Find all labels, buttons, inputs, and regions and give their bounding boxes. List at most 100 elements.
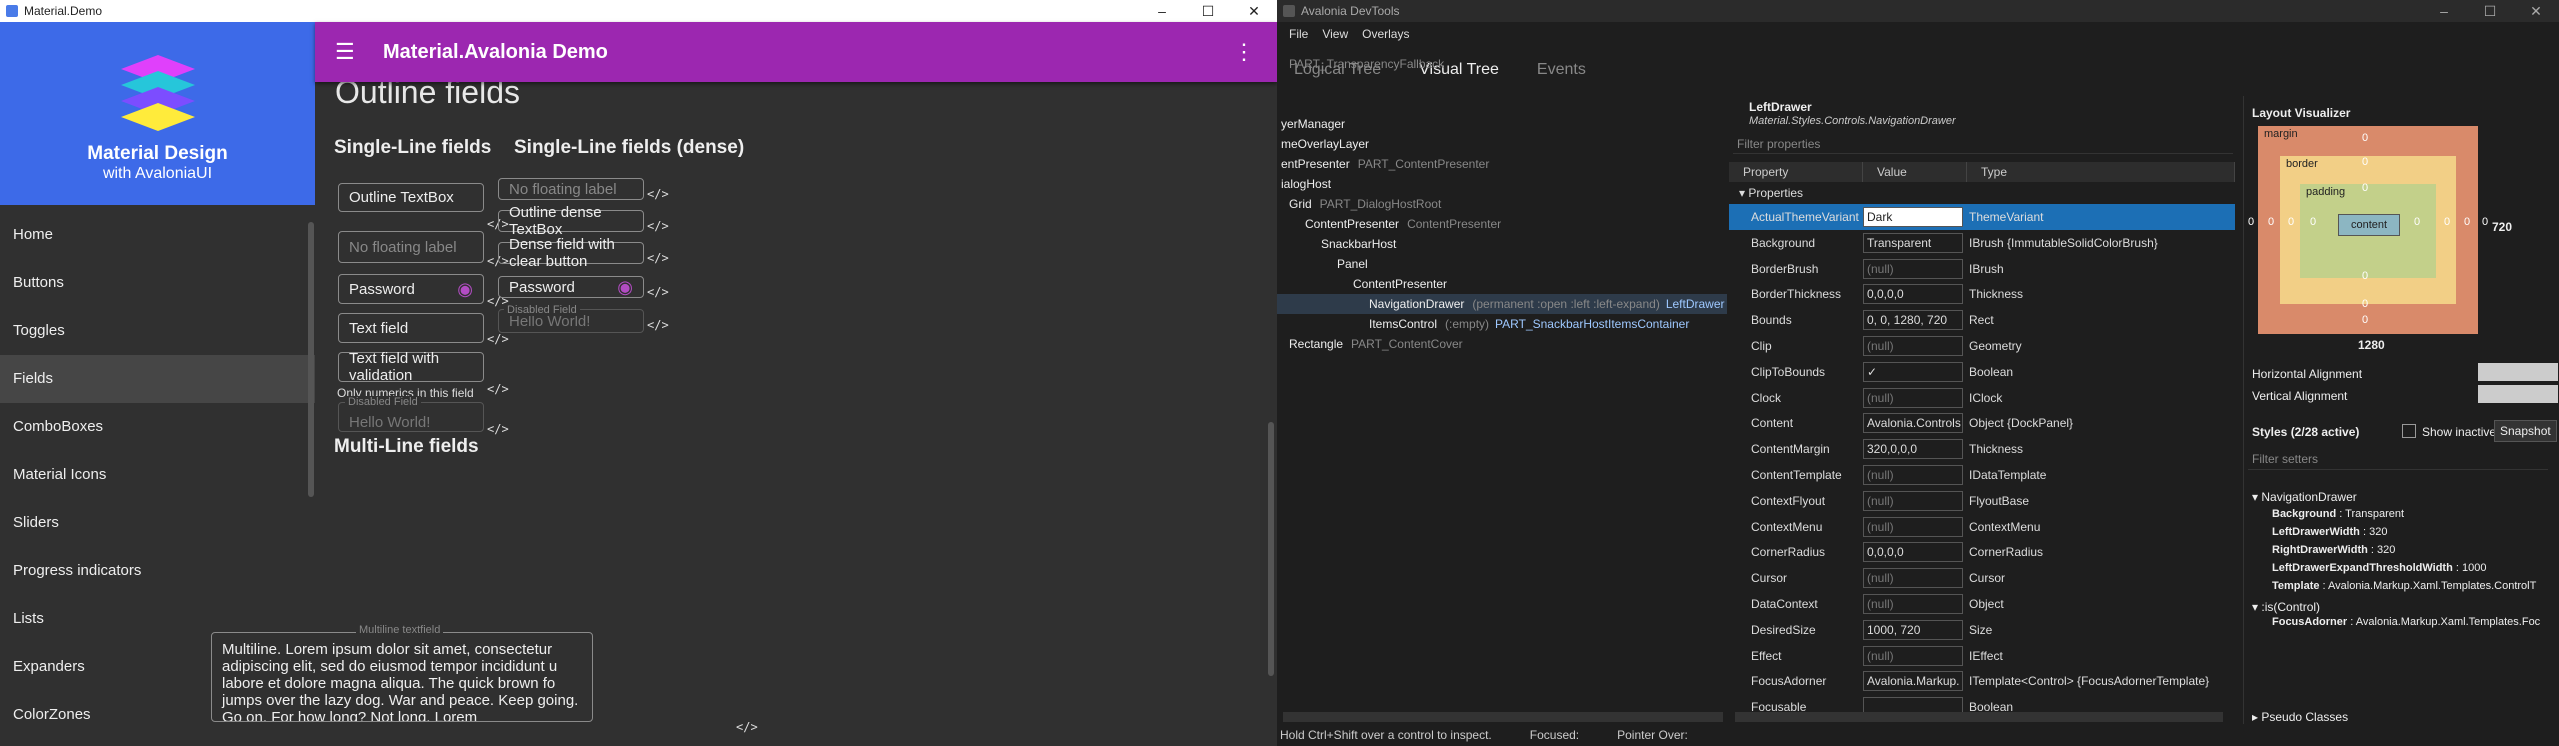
property-value-input[interactable]: Avalonia.Controls [1863,413,1963,434]
menu-view[interactable]: View [1322,27,1348,41]
property-row[interactable]: CornerRadius 0,0,0,0 CornerRadius [1729,539,2235,565]
validation-field[interactable]: Text field with validation [338,350,484,384]
tree-node[interactable]: ContentPresenter [1277,274,1727,294]
property-row[interactable]: ContextMenu (null) ContextMenu [1729,514,2235,540]
property-value-input[interactable]: (null) [1863,645,1963,666]
sidebar-item-home[interactable]: Home [0,211,315,259]
tree-node[interactable]: entPresenter PART_ContentPresenter [1277,154,1727,174]
outline-textbox[interactable]: Outline TextBox [338,183,484,212]
tree-hscrollbar[interactable] [1283,712,1723,722]
property-value-input[interactable]: 320,0,0,0 [1863,439,1963,460]
sidebar-item-progress-indicators[interactable]: Progress indicators [0,547,315,595]
close-icon[interactable]: ✕ [1231,3,1277,20]
property-value-input[interactable]: (null) [1863,336,1963,356]
code-icon[interactable]: </> [487,382,509,396]
tree-node[interactable]: PART_TransparencyFallback [1277,54,1727,74]
tree-node[interactable]: ItemsControl (:empty) PART_SnackbarHostIte… [1277,314,1727,334]
property-row[interactable]: Bounds 0, 0, 1280, 720 Rect [1729,307,2235,333]
tree-node[interactable]: NavigationDrawer (permanent :open :left :… [1277,294,1727,314]
show-inactive-checkbox[interactable] [2402,424,2416,438]
sidebar-item-comboboxes[interactable]: ComboBoxes [0,403,315,451]
property-value-input[interactable]: 0,0,0,0 [1863,542,1963,563]
dense-clear-field[interactable]: Dense field with clear button [498,236,644,270]
property-value-input[interactable]: (null) [1863,594,1963,614]
column-value[interactable]: Value [1863,162,1967,182]
minimize-icon[interactable]: – [1139,3,1185,20]
drawer-scrollbar[interactable] [308,222,314,497]
property-value-input[interactable]: 0,0,0,0 [1863,284,1963,305]
property-row[interactable]: ContentMargin 320,0,0,0 Thickness [1729,436,2235,462]
outline-dense-textbox[interactable]: Outline dense TextBox [498,204,644,238]
pseudo-classes-expander[interactable]: ▸ Pseudo Classes [2252,710,2348,724]
tree-node[interactable]: Rectangle PART_ContentCover [1277,334,1727,354]
property-value-input[interactable]: (null) [1863,516,1963,537]
property-row[interactable]: ContentTemplate (null) IDataTemplate [1729,462,2235,488]
tree-node[interactable]: ialogHost [1277,174,1727,194]
password-field[interactable]: Password ◉ [338,274,484,304]
property-value-input[interactable]: (null) [1863,258,1963,279]
property-row[interactable]: DesiredSize 1000, 720 Size [1729,617,2235,643]
code-icon[interactable]: </> [487,332,509,346]
property-row[interactable]: DataContext (null) Object [1729,591,2235,617]
multiline-textfield[interactable]: Multiline. Lorem ipsum dolor sit amet, c… [211,632,593,722]
kebab-icon[interactable]: ⋮ [1233,39,1255,65]
code-icon[interactable]: </> [647,318,669,332]
property-row[interactable]: ActualThemeVariant Dark ThemeVariant [1729,204,2235,230]
minimize-icon[interactable]: – [2421,3,2467,20]
filter-setters-input[interactable]: Filter setters [2248,448,2548,470]
text-field[interactable]: Text field [338,313,484,343]
tree-node[interactable]: yerManager [1277,114,1727,134]
tree-node[interactable]: meOverlayLayer [1277,134,1727,154]
v-align-buttons[interactable] [2478,385,2558,403]
code-icon[interactable]: </> [647,251,669,265]
property-value-input[interactable]: ✓ [1863,361,1963,382]
tree-node[interactable]: ContentPresenter ContentPresenter [1277,214,1727,234]
h-align-buttons[interactable] [2478,363,2558,381]
eye-off-icon[interactable]: ◉ [457,279,473,300]
tree-node[interactable]: SnackbarHost [1277,234,1727,254]
code-icon[interactable]: </> [487,422,509,436]
property-row[interactable]: Cursor (null) Cursor [1729,565,2235,591]
style-is-control[interactable]: ▾ :is(Control) [2252,600,2320,614]
sidebar-item-fields[interactable]: Fields [0,355,315,403]
property-row[interactable]: ClipToBounds ✓ Boolean [1729,359,2235,385]
dense-no-label-field[interactable]: No floating label [498,178,644,200]
property-row[interactable]: Clock (null) IClock [1729,385,2235,411]
column-type[interactable]: Type [1967,162,2235,182]
property-value-input[interactable]: (null) [1863,465,1963,485]
property-value-input[interactable]: (null) [1863,387,1963,408]
property-row[interactable]: FocusAdorner Avalonia.Markup. ITemplate<Co… [1729,668,2235,694]
content-scrollbar[interactable] [1268,422,1274,676]
property-value-input[interactable]: 0, 0, 1280, 720 [1863,310,1963,331]
close-icon[interactable]: ✕ [2513,3,2559,20]
property-row[interactable]: Background Transparent IBrush {ImmutableSo… [1729,230,2235,256]
code-icon[interactable]: </> [647,187,669,201]
code-icon[interactable]: </> [647,285,669,299]
no-floating-label-field[interactable]: No floating label [338,231,484,263]
filter-properties-input[interactable]: Filter properties [1733,134,2233,154]
column-property[interactable]: Property [1729,162,1863,182]
property-value-input[interactable]: Avalonia.Markup. [1863,671,1963,692]
props-hscrollbar[interactable] [1735,712,2223,722]
properties-group[interactable]: ▾ Properties [1739,184,1803,202]
dense-password-field[interactable]: Password ◉ [498,276,644,298]
menu-file[interactable]: File [1289,27,1308,41]
property-row[interactable]: Content Avalonia.Controls Object {DockPane… [1729,410,2235,436]
hamburger-icon[interactable]: ☰ [335,39,355,65]
property-value-input[interactable]: Transparent [1863,232,1963,253]
maximize-icon[interactable]: ☐ [1185,3,1231,20]
sidebar-item-toggles[interactable]: Toggles [0,307,315,355]
style-navigationdrawer[interactable]: ▾ NavigationDrawer [2252,490,2357,504]
property-row[interactable]: Clip (null) Geometry [1729,333,2235,359]
property-row[interactable]: BorderBrush (null) IBrush [1729,256,2235,282]
property-row[interactable]: Effect (null) IEffect [1729,643,2235,669]
property-value-input[interactable]: (null) [1863,568,1963,589]
property-value-input[interactable]: (null) [1863,490,1963,511]
property-row[interactable]: ContextFlyout (null) FlyoutBase [1729,488,2235,514]
code-icon[interactable]: </> [647,219,669,233]
maximize-icon[interactable]: ☐ [2467,3,2513,20]
snapshot-button[interactable]: Snapshot [2494,420,2557,442]
property-value-input[interactable]: 1000, 720 [1863,619,1963,640]
sidebar-item-buttons[interactable]: Buttons [0,259,315,307]
menu-overlays[interactable]: Overlays [1362,27,1409,41]
